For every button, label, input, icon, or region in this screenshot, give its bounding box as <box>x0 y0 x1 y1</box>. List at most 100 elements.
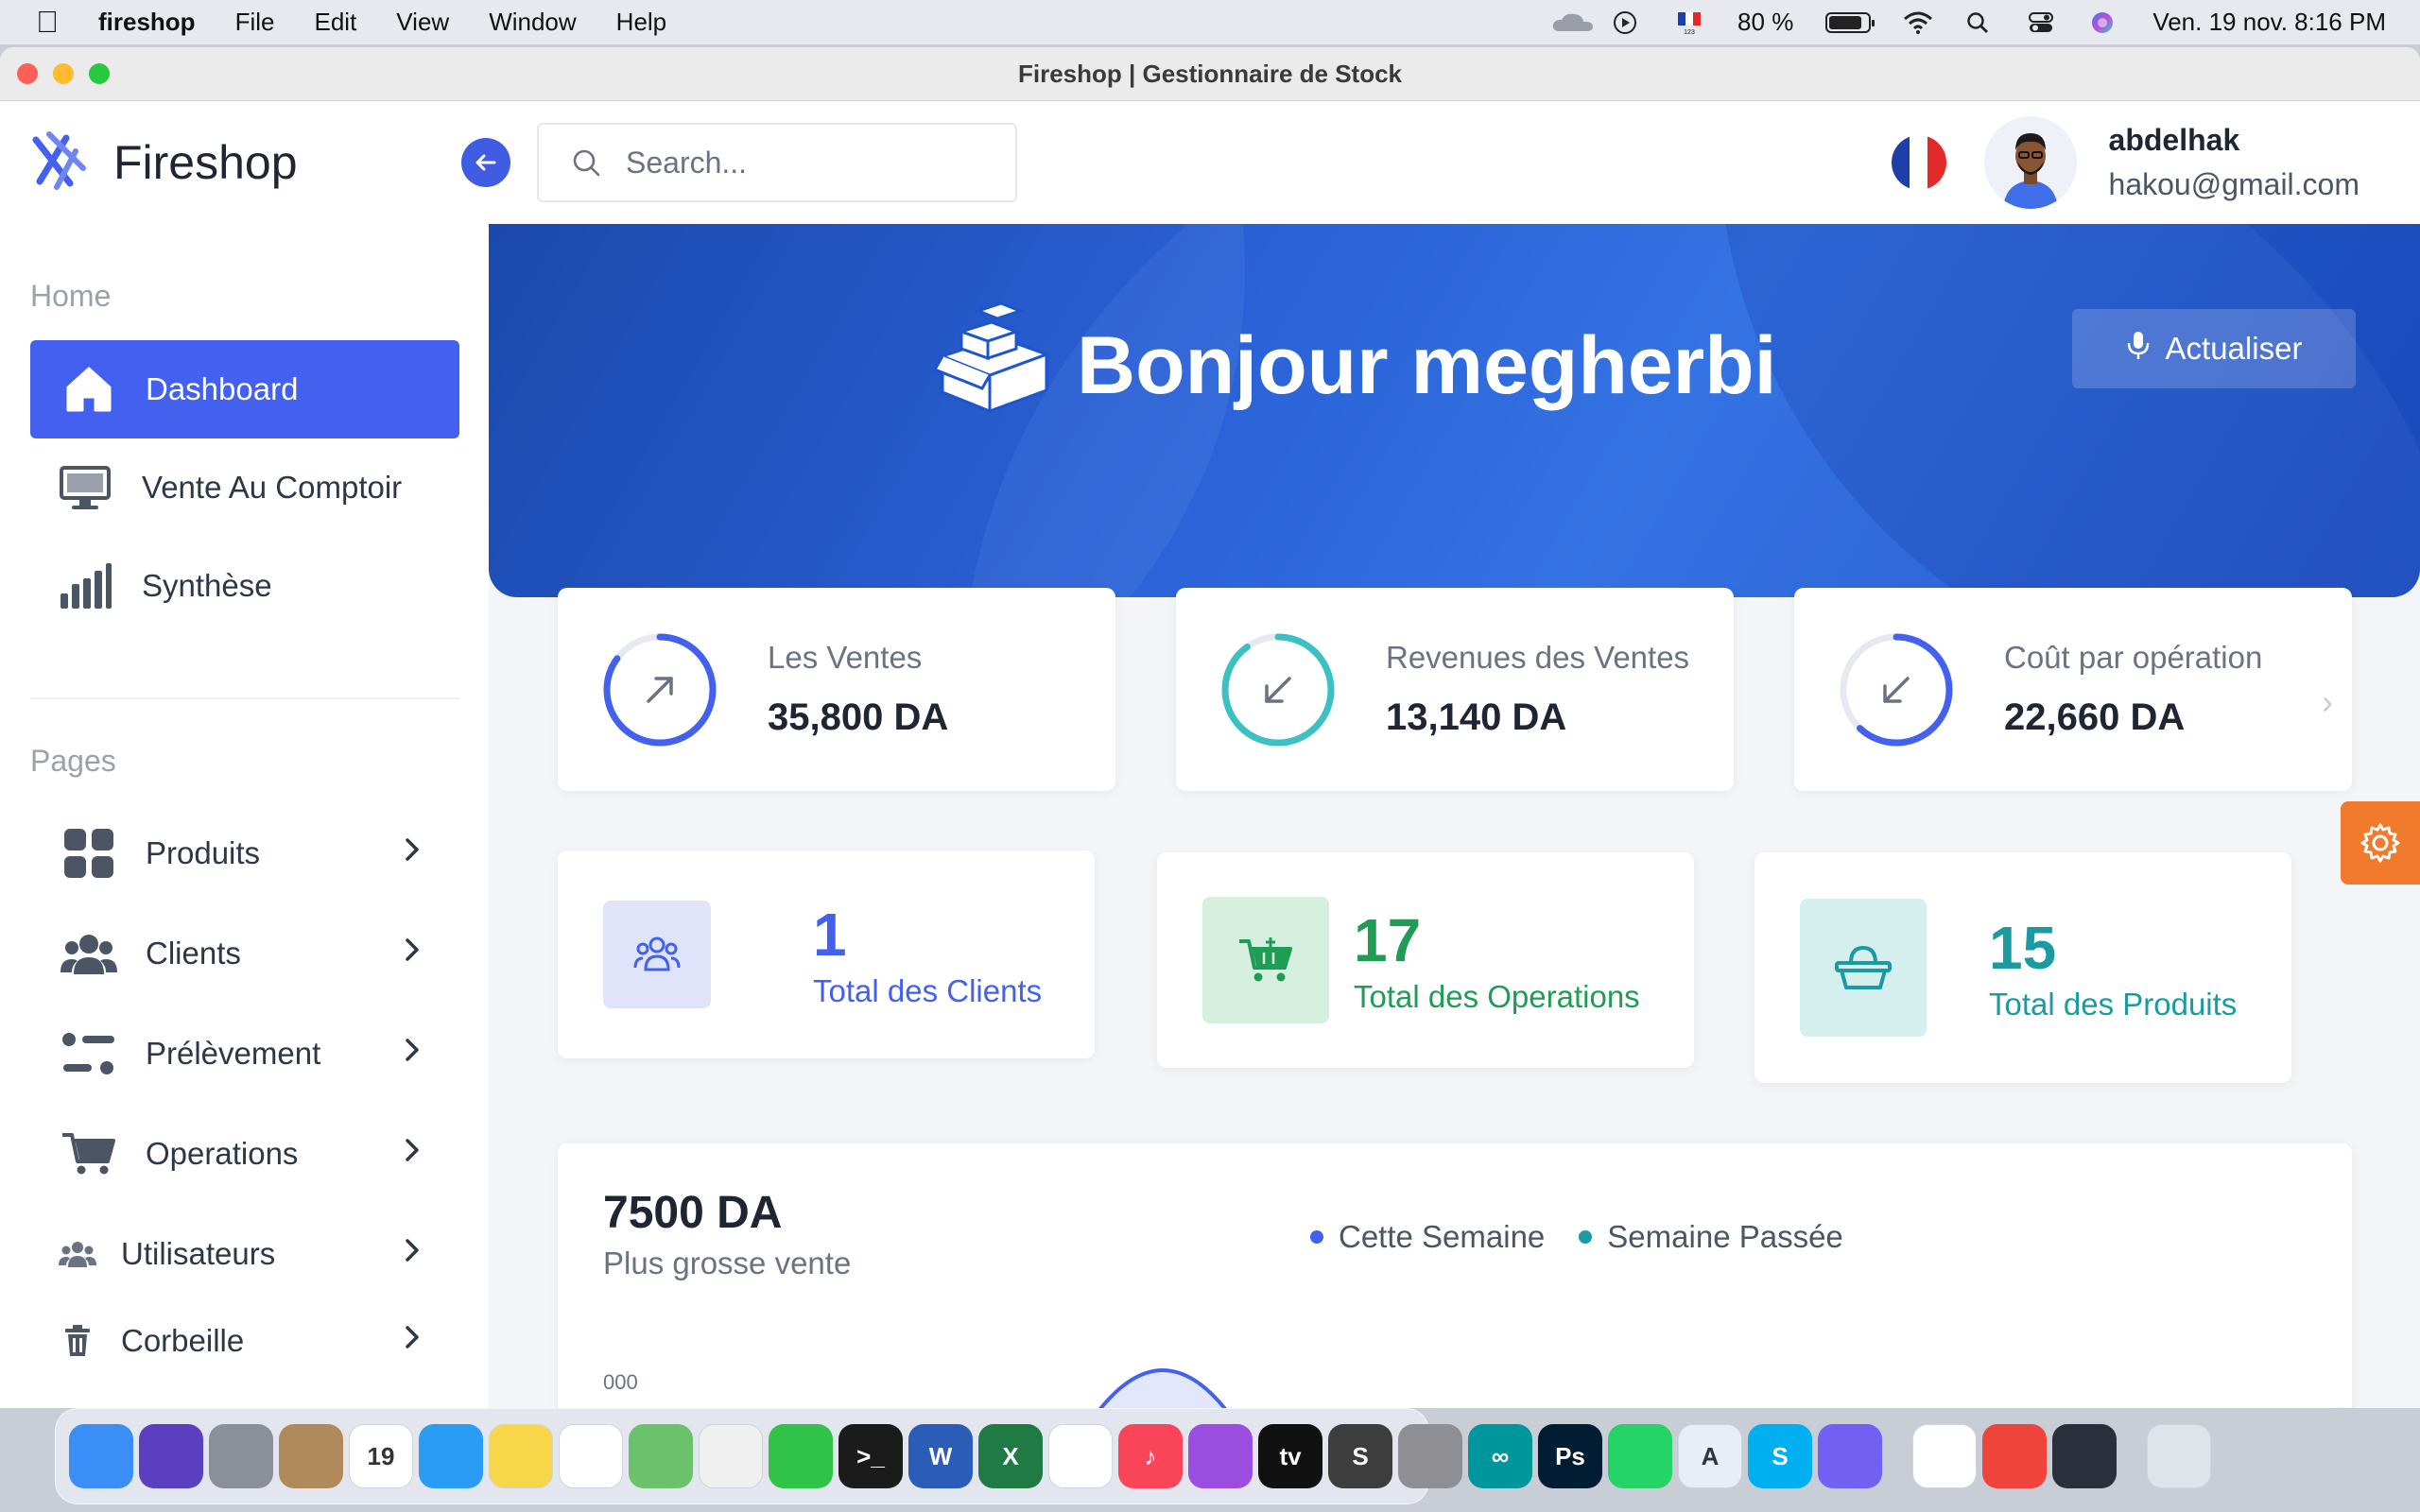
dock-app-electron[interactable] <box>2052 1424 2117 1488</box>
count-card-produits[interactable]: 15 Total des Produits <box>1754 852 2291 1083</box>
sidebar-item-clients[interactable]: Clients <box>30 904 459 1003</box>
wifi-icon[interactable] <box>1903 10 1933 35</box>
search-input[interactable] <box>626 145 985 180</box>
welcome-text: Bonjour megherbi <box>1077 320 1777 411</box>
stat-card-revenues[interactable]: Revenues des Ventes 13,140 DA <box>1176 588 1734 791</box>
cloud-icon[interactable] <box>1550 10 1594 35</box>
dock-app-chrome[interactable] <box>559 1424 623 1488</box>
menu-help[interactable]: Help <box>616 8 666 37</box>
app-menu[interactable]: fireshop <box>98 8 196 37</box>
sidebar-item-operations[interactable]: Operations <box>30 1105 459 1203</box>
sidebar-item-label: Dashboard <box>146 371 299 406</box>
stat-value: 22,660 DA <box>2004 696 2186 738</box>
dock-app-siri[interactable] <box>139 1424 203 1488</box>
carousel-next-icon[interactable]: › <box>2322 682 2333 722</box>
settings-panel-toggle[interactable] <box>2341 801 2420 885</box>
sidebar-item-utilisateurs[interactable]: Utilisateurs <box>30 1205 459 1303</box>
sidebar-item-synthese[interactable]: Synthèse <box>30 537 459 635</box>
svg-text:123: 123 <box>1684 29 1695 35</box>
menu-edit[interactable]: Edit <box>314 8 356 37</box>
close-window-button[interactable] <box>17 63 38 84</box>
dock-app-safari[interactable] <box>419 1424 483 1488</box>
count-card-clients[interactable]: 1 Total des Clients <box>558 850 1095 1058</box>
dock-app-podcasts[interactable] <box>1188 1424 1253 1488</box>
search-icon <box>573 149 600 177</box>
battery-percent: 80 % <box>1737 8 1794 36</box>
users-icon <box>633 936 681 971</box>
menubar-clock[interactable]: Ven. 19 nov. 8:16 PM <box>2152 8 2386 37</box>
language-flag-icon[interactable] <box>1891 135 1946 190</box>
zoom-window-button[interactable] <box>89 63 110 84</box>
stat-card-ventes[interactable]: Les Ventes 35,800 DA <box>558 588 1115 791</box>
user-info[interactable]: abdelhak hakou@gmail.com <box>2109 123 2360 202</box>
input-source-flag-icon[interactable]: 123 <box>1675 10 1705 36</box>
dock-app-whatsapp[interactable] <box>1608 1424 1672 1488</box>
dock-app-preferences[interactable] <box>1398 1424 1462 1488</box>
cart-icon <box>1239 937 1292 982</box>
dock-app-app-store[interactable]: A <box>1678 1424 1742 1488</box>
dock-app-terminal[interactable]: >_ <box>838 1424 903 1488</box>
dock-app-trash[interactable] <box>2147 1424 2211 1488</box>
spotlight-search-icon[interactable] <box>1965 10 1996 35</box>
sidebar-item-label: Prélèvement <box>146 1036 321 1071</box>
arrow-down-left-icon <box>1883 676 1910 703</box>
dock-app-vs-code-2[interactable] <box>1912 1424 1977 1488</box>
welcome-heading: Bonjour megherbi <box>932 300 1777 433</box>
dock-app-finder[interactable] <box>69 1424 133 1488</box>
stat-card-cout[interactable]: Coût par opération 22,660 DA <box>1794 588 2352 791</box>
dock-app-word[interactable]: W <box>908 1424 973 1488</box>
sidebar-item-produits[interactable]: Produits <box>30 804 459 902</box>
dock-app-skype[interactable]: S <box>1748 1424 1812 1488</box>
sidebar-item-label: Synthèse <box>142 568 272 603</box>
control-center-icon[interactable] <box>2028 10 2058 35</box>
brand[interactable]: Fireshop <box>0 130 454 196</box>
dock-app-notes[interactable] <box>489 1424 553 1488</box>
play-circle-icon[interactable] <box>1613 10 1643 35</box>
dock-app-arduino[interactable]: ∞ <box>1468 1424 1532 1488</box>
count-number: 17 <box>1354 906 1422 974</box>
sidebar-item-dashboard[interactable]: Dashboard <box>30 340 459 438</box>
dock-app-excel[interactable]: X <box>978 1424 1043 1488</box>
progress-ring <box>1838 631 1955 748</box>
battery-icon[interactable] <box>1825 11 1876 33</box>
dock-app-photos[interactable] <box>699 1424 763 1488</box>
dock-app-tv[interactable]: tv <box>1258 1424 1322 1488</box>
chevron-right-icon <box>403 835 422 871</box>
refresh-button[interactable]: Actualiser <box>2072 309 2356 388</box>
dock-app-sublime[interactable]: S <box>1328 1424 1392 1488</box>
arrow-down-left-icon <box>1265 676 1291 703</box>
app-window: Fireshop | Gestionnaire de Stock Firesho… <box>0 47 2420 1408</box>
dock-app-photoshop[interactable]: Ps <box>1538 1424 1602 1488</box>
search-box[interactable] <box>537 123 1017 202</box>
sidebar-item-prelevement[interactable]: Prélèvement <box>30 1005 459 1103</box>
menu-file[interactable]: File <box>235 8 275 37</box>
sidebar-item-label: Produits <box>146 835 261 870</box>
minimize-window-button[interactable] <box>53 63 74 84</box>
siri-icon[interactable] <box>2090 10 2120 35</box>
dock-app-vs-code[interactable] <box>1048 1424 1113 1488</box>
stat-label: Coût par opération <box>2004 640 2263 675</box>
cart-icon <box>60 1131 117 1177</box>
window-titlebar[interactable]: Fireshop | Gestionnaire de Stock <box>0 47 2420 101</box>
menu-window[interactable]: Window <box>489 8 576 37</box>
dock-app-facetime[interactable] <box>769 1424 833 1488</box>
avatar[interactable] <box>1983 116 2077 209</box>
dock-app-launchpad[interactable] <box>209 1424 273 1488</box>
sidebar-item-vente-au-comptoir[interactable]: Vente Au Comptoir <box>30 438 459 537</box>
stat-value: 13,140 DA <box>1386 696 1567 738</box>
sidebar-item-label: Utilisateurs <box>121 1236 276 1271</box>
dock-app-contacts[interactable] <box>279 1424 343 1488</box>
dock-app-anydesk[interactable] <box>1982 1424 2047 1488</box>
dock-app-music[interactable]: ♪ <box>1118 1424 1183 1488</box>
dock-app-maps[interactable] <box>629 1424 693 1488</box>
menu-view[interactable]: View <box>396 8 449 37</box>
system-menu-bar:  fireshop File Edit View Window Help 12… <box>0 0 2420 44</box>
dock-app-calendar[interactable]: 19 <box>349 1424 413 1488</box>
dock-app-viber[interactable] <box>1818 1424 1882 1488</box>
sales-chart-card: 7500 DA Plus grosse vente Cette Semaine … <box>558 1143 2352 1408</box>
chart-plot <box>1098 1368 2352 1408</box>
sidebar-item-corbeille[interactable]: Corbeille <box>30 1292 459 1390</box>
count-card-operations[interactable]: 17 Total des Operations <box>1157 852 1694 1068</box>
sidebar-collapse-button[interactable] <box>461 138 510 187</box>
apple-menu-icon[interactable]:  <box>36 5 59 40</box>
